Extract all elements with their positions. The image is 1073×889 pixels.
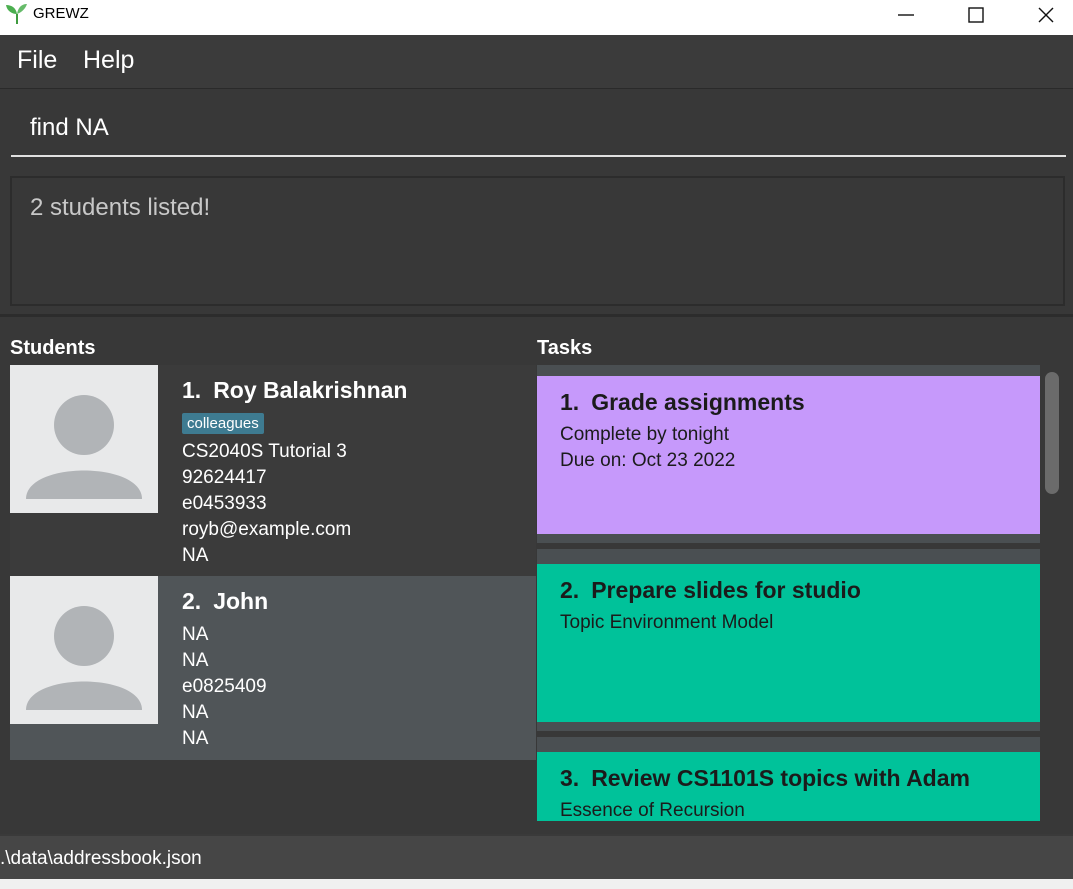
minimize-button[interactable]	[871, 0, 941, 30]
students-panel-title: Students	[10, 337, 96, 359]
minimize-icon	[898, 14, 914, 16]
task-title-text: Prepare slides for studio	[591, 577, 861, 603]
student-id: e0825409	[182, 676, 267, 697]
task-title: 1. Grade assignments	[560, 389, 805, 416]
student-index: 1.	[182, 377, 202, 403]
task-index: 3.	[560, 765, 580, 791]
task-description: Topic Environment Model	[560, 612, 774, 633]
person-icon	[26, 395, 142, 499]
student-index: 2.	[182, 588, 202, 614]
menu-help[interactable]: Help	[83, 46, 134, 75]
title-bar: GREWZ	[0, 0, 1073, 35]
task-card[interactable]: 2. Prepare slides for studio Topic Enviro…	[537, 564, 1040, 722]
tasks-panel-title: Tasks	[537, 337, 593, 359]
avatar	[10, 576, 158, 724]
task-index: 1.	[560, 389, 580, 415]
close-button[interactable]	[1011, 0, 1073, 30]
scroll-thumb[interactable]	[1045, 372, 1059, 494]
maximize-icon	[968, 7, 984, 23]
student-card[interactable]: 2. John NA NA e0825409 NA NA	[10, 576, 536, 760]
student-tutorial: NA	[182, 624, 209, 645]
person-icon	[26, 606, 142, 710]
student-tag: colleagues	[182, 413, 264, 434]
task-due-date: Due on: Oct 23 2022	[560, 450, 736, 471]
student-id: e0453933	[182, 493, 267, 514]
task-title: 2. Prepare slides for studio	[560, 577, 861, 604]
student-name-text: Roy Balakrishnan	[213, 377, 408, 403]
result-text: 2 students listed!	[30, 194, 211, 221]
status-bar: .\data\addressbook.json	[0, 834, 1073, 879]
student-email: royb@example.com	[182, 519, 352, 540]
command-input[interactable]	[11, 100, 1066, 157]
task-title-text: Review CS1101S topics with Adam	[591, 765, 970, 791]
window-bottom-edge	[0, 879, 1073, 889]
menu-file[interactable]: File	[17, 46, 57, 75]
sprout-icon	[6, 4, 27, 24]
student-extra: NA	[182, 728, 209, 749]
maximize-button[interactable]	[941, 0, 1011, 30]
task-card[interactable]: 1. Grade assignments Complete by tonight …	[537, 376, 1040, 534]
task-index: 2.	[560, 577, 580, 603]
task-cell: 3. Review CS1101S topics with Adam Essenc…	[537, 737, 1040, 821]
student-name: 2. John	[182, 588, 268, 615]
avatar	[10, 365, 158, 513]
result-display: 2 students listed!	[10, 176, 1065, 306]
task-cell: 2. Prepare slides for studio Topic Enviro…	[537, 549, 1040, 731]
task-title-text: Grade assignments	[591, 389, 805, 415]
task-list[interactable]: 1. Grade assignments Complete by tonight …	[537, 365, 1073, 821]
student-tutorial: CS2040S Tutorial 3	[182, 441, 347, 462]
menu-bar: File Help	[0, 35, 1073, 89]
task-scrollbar[interactable]	[1043, 370, 1061, 820]
task-title: 3. Review CS1101S topics with Adam	[560, 765, 970, 792]
task-card[interactable]: 3. Review CS1101S topics with Adam Essenc…	[537, 752, 1040, 821]
command-box	[0, 90, 1073, 172]
student-extra: NA	[182, 545, 209, 566]
window-title: GREWZ	[33, 5, 89, 22]
task-description: Essence of Recursion	[560, 800, 745, 821]
task-cell: 1. Grade assignments Complete by tonight …	[537, 365, 1040, 543]
student-email: NA	[182, 702, 209, 723]
status-file-path: .\data\addressbook.json	[0, 848, 202, 869]
student-phone: NA	[182, 650, 209, 671]
divider	[0, 314, 1073, 317]
student-card[interactable]: 1. Roy Balakrishnan colleagues CS2040S Tu…	[10, 365, 536, 576]
student-name: 1. Roy Balakrishnan	[182, 377, 407, 404]
task-description: Complete by tonight	[560, 424, 729, 445]
student-name-text: John	[213, 588, 269, 614]
close-icon	[1038, 7, 1054, 23]
student-phone: 92624417	[182, 467, 267, 488]
